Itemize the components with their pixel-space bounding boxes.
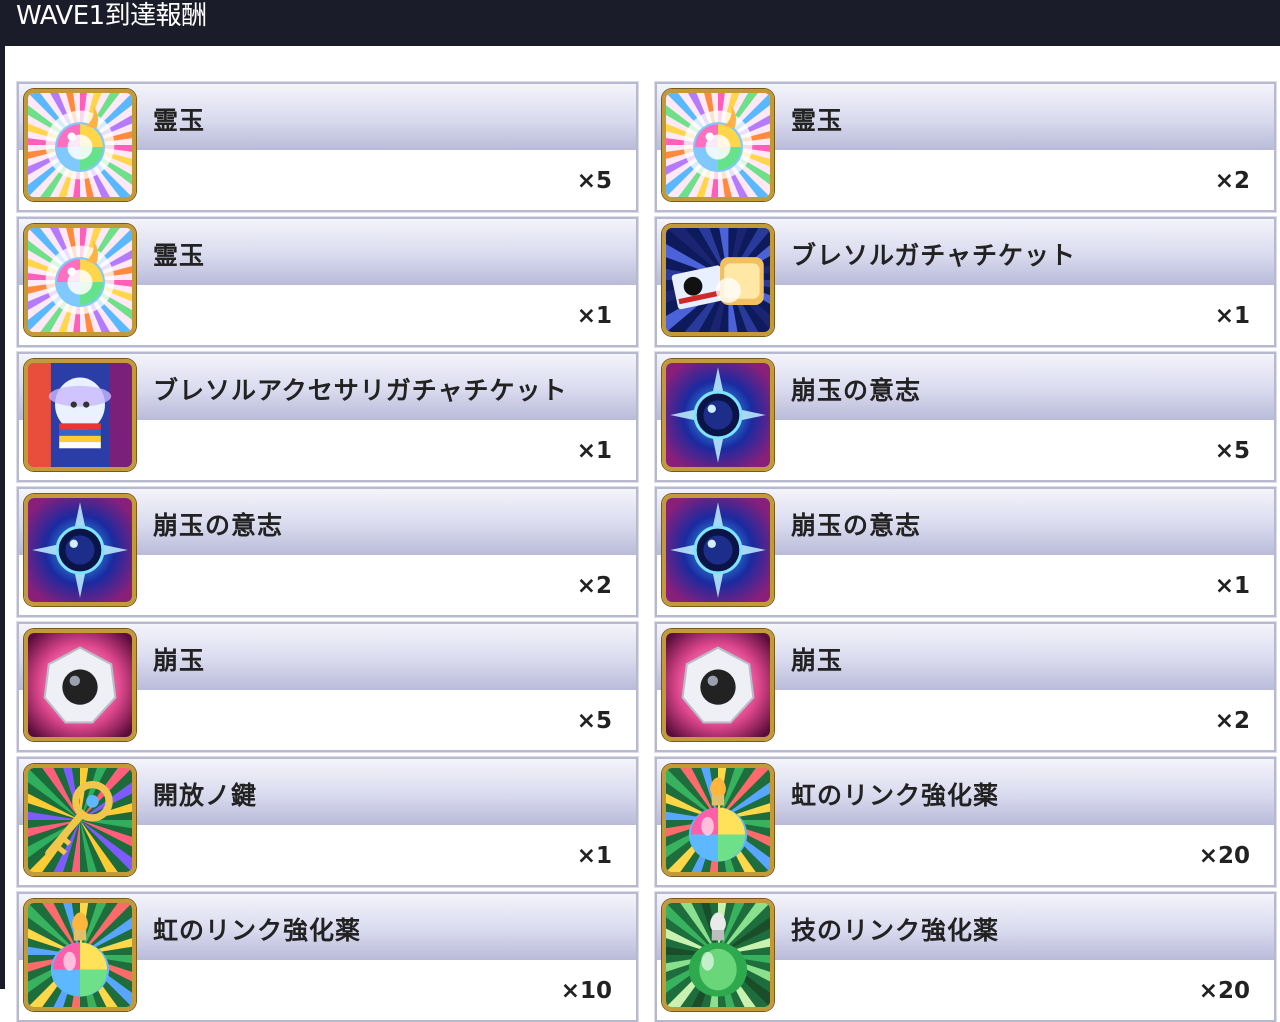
page-title: WAVE1到達報酬 [16, 1, 207, 31]
reward-card[interactable]: 崩玉の意志 ×1 [655, 487, 1276, 617]
reward-quantity: ×5 [576, 168, 612, 194]
reward-card[interactable]: 崩玉 ×2 [655, 622, 1276, 752]
reward-quantity: ×1 [576, 303, 612, 329]
reward-name: 霊玉 [791, 106, 844, 135]
reward-quantity: ×20 [1198, 843, 1250, 869]
rainbow-spirit-orb-icon [662, 89, 774, 201]
reward-name: 崩玉の意志 [791, 511, 922, 540]
accessory-gacha-ticket-icon [24, 359, 136, 471]
reward-card[interactable]: 崩玉の意志 ×2 [17, 487, 638, 617]
frame-border [0, 46, 5, 989]
rainbow-link-potion-icon [24, 899, 136, 1011]
reward-card[interactable]: 虹のリンク強化薬 ×10 [17, 892, 638, 1022]
reward-name: 崩玉 [153, 646, 206, 675]
reward-name: ブレソルガチャチケット [791, 241, 1077, 270]
reward-quantity: ×1 [1214, 303, 1250, 329]
reward-card[interactable]: 開放ノ鍵 ×1 [17, 757, 638, 887]
reward-card[interactable]: 崩玉 ×5 [17, 622, 638, 752]
reward-name: 崩玉 [791, 646, 844, 675]
reward-name: 開放ノ鍵 [153, 781, 258, 810]
hogyoku-will-icon [24, 494, 136, 606]
hogyoku-will-icon [662, 359, 774, 471]
hogyoku-gem-icon [662, 629, 774, 741]
reward-card[interactable]: 霊玉 ×1 [17, 217, 638, 347]
reward-card[interactable]: ブレソルガチャチケット ×1 [655, 217, 1276, 347]
reward-quantity: ×10 [560, 978, 612, 1004]
reward-name: 霊玉 [153, 106, 206, 135]
reward-quantity: ×5 [1214, 438, 1250, 464]
hogyoku-gem-icon [24, 629, 136, 741]
hogyoku-will-icon [662, 494, 774, 606]
reward-quantity: ×2 [576, 573, 612, 599]
skill-link-potion-icon [662, 899, 774, 1011]
reward-quantity: ×20 [1198, 978, 1250, 1004]
reward-name: 虹のリンク強化薬 [791, 781, 1000, 810]
reward-quantity: ×2 [1214, 708, 1250, 734]
reward-card[interactable]: ブレソルアクセサリガチャチケット ×1 [17, 352, 638, 482]
reward-name: 崩玉の意志 [153, 511, 284, 540]
reward-card[interactable]: 霊玉 ×5 [17, 82, 638, 212]
reward-quantity: ×2 [1214, 168, 1250, 194]
rainbow-spirit-orb-icon [24, 224, 136, 336]
reward-card[interactable]: 霊玉 ×2 [655, 82, 1276, 212]
release-key-icon [24, 764, 136, 876]
title-bar: WAVE1到達報酬 [0, 0, 1280, 46]
reward-name: 霊玉 [153, 241, 206, 270]
reward-quantity: ×1 [576, 438, 612, 464]
reward-name: 虹のリンク強化薬 [153, 916, 362, 945]
reward-name: 崩玉の意志 [791, 376, 922, 405]
reward-card[interactable]: 虹のリンク強化薬 ×20 [655, 757, 1276, 887]
rainbow-link-potion-icon [662, 764, 774, 876]
rainbow-spirit-orb-icon [24, 89, 136, 201]
reward-name: 技のリンク強化薬 [791, 916, 1000, 945]
reward-quantity: ×5 [576, 708, 612, 734]
reward-quantity: ×1 [576, 843, 612, 869]
reward-quantity: ×1 [1214, 573, 1250, 599]
reward-name: ブレソルアクセサリガチャチケット [153, 376, 568, 405]
gacha-ticket-icon [662, 224, 774, 336]
reward-card[interactable]: 崩玉の意志 ×5 [655, 352, 1276, 482]
reward-card[interactable]: 技のリンク強化薬 ×20 [655, 892, 1276, 1022]
